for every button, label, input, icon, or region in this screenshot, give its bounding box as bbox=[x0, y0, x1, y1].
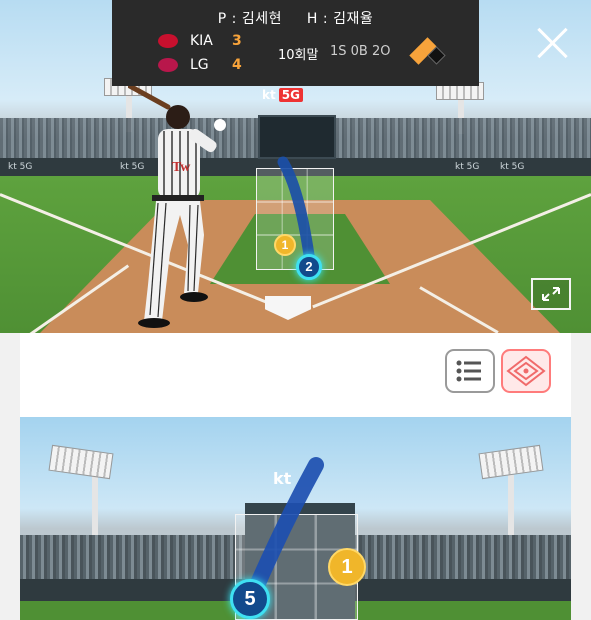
score-panel: P : 김세현 H : 김재율 KIA 3 LG 4 10회말 1S 0B 2O bbox=[112, 0, 479, 86]
close-icon[interactable] bbox=[536, 26, 570, 60]
team-name: KIA bbox=[190, 33, 213, 49]
expand-icon bbox=[542, 287, 560, 301]
tigers-logo-icon bbox=[158, 34, 178, 48]
team-name: LG bbox=[190, 57, 209, 73]
team-row-home: LG 4 bbox=[158, 56, 242, 74]
hitter-label: H : 김재율 bbox=[306, 11, 374, 27]
team-row-away: KIA 3 bbox=[158, 32, 242, 50]
inning-label: 10회말 bbox=[278, 48, 319, 63]
pitch-marker-2[interactable]: 2 bbox=[296, 254, 322, 280]
pitch-marker-1[interactable]: 1 bbox=[274, 234, 296, 256]
team-score: 4 bbox=[232, 57, 242, 73]
expand-button[interactable] bbox=[531, 278, 571, 310]
field-view-button[interactable] bbox=[501, 349, 551, 393]
bottom-pitch-view: kt 1 5 bbox=[20, 417, 571, 620]
pitch-marker-5[interactable]: 5 bbox=[230, 579, 270, 619]
list-icon bbox=[456, 360, 481, 382]
twins-logo-icon bbox=[158, 58, 178, 72]
field-view-icon bbox=[506, 355, 546, 387]
pitch-tracker-screen: kt 5G kt 5G kt 5G kt 5G kt 5G 1 2 Tw P:… bbox=[0, 0, 591, 620]
list-view-button[interactable] bbox=[445, 349, 495, 393]
matchup-line: P : 김세현 H : 김재율 bbox=[112, 8, 479, 28]
team-score: 3 bbox=[232, 33, 242, 49]
pitch-trajectory bbox=[244, 457, 324, 605]
pitcher-label: P : 김세현 bbox=[217, 11, 282, 27]
batter-illustration: Tw bbox=[128, 85, 226, 328]
base-runner-diamond-icon bbox=[408, 37, 448, 65]
pitch-marker-1[interactable]: 1 bbox=[328, 548, 366, 586]
svg-text:Tw: Tw bbox=[172, 160, 191, 175]
view-toggle-panel bbox=[20, 333, 571, 417]
ball-strike-out-count: 1S 0B 2O bbox=[330, 44, 391, 59]
